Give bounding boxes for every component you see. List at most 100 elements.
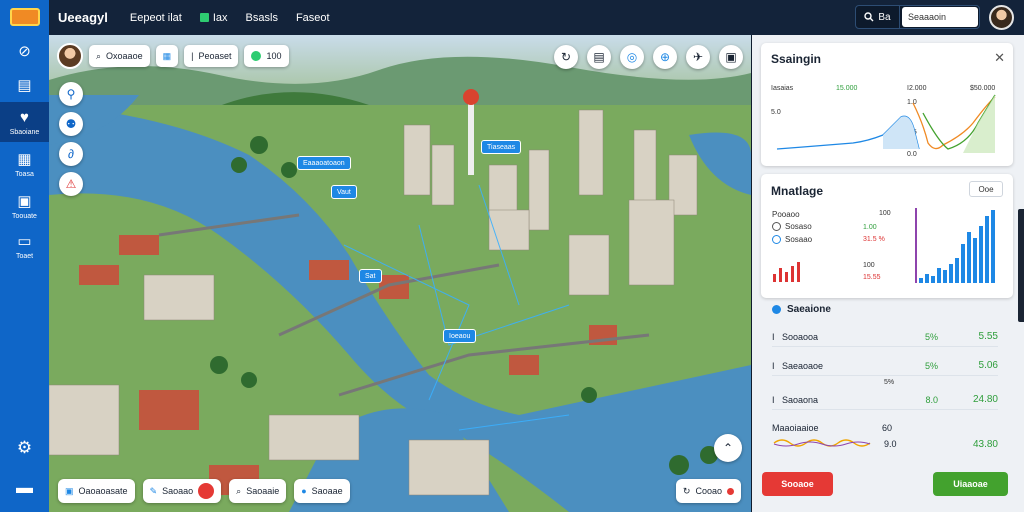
wave-value: 43.80 (972, 439, 998, 450)
card-title: Mnatlage (771, 184, 824, 198)
stat-value: 8.0 (925, 394, 938, 405)
map-chip-1[interactable]: ▦ (155, 45, 179, 67)
top-line-chart (776, 94, 996, 153)
warning-button[interactable]: ⚠ (59, 172, 83, 196)
map-user-avatar[interactable] (57, 43, 83, 69)
legend-item: Sosaso (772, 222, 812, 231)
menu-item-1[interactable]: Iax (199, 12, 228, 24)
record-icon: ▣ (725, 50, 737, 64)
people-button[interactable]: ⚉ (59, 112, 83, 136)
link-icon: ⌕ (96, 50, 102, 61)
route-button[interactable]: ∂ (59, 142, 83, 166)
primary-green-button[interactable]: Uiaaoae (933, 472, 1008, 496)
chart-value: 15.55 (863, 274, 881, 281)
legend-item: Sosaao (772, 235, 812, 244)
sidebar-item-label: Toaet (15, 253, 34, 260)
settings-icon[interactable]: ⚙ (17, 438, 32, 458)
route-icon: ∂ (68, 147, 74, 161)
menu-item-0[interactable]: Eepeot ilat (130, 12, 182, 24)
stats-dot-icon (772, 305, 781, 314)
map-chip-3[interactable]: 100 (244, 45, 289, 67)
stat-value: 5% (924, 331, 938, 342)
top-bar: Ueeagyl Eepeot ilat Iax Bsasls Faseot Ba (49, 0, 1024, 35)
map-pin-0[interactable]: Eaaaoatoaon (297, 156, 351, 170)
bottom-chip-3[interactable]: ● Saoaae (294, 479, 350, 503)
target-button[interactable]: ◎ (620, 45, 644, 69)
calendar-icon: ▦ (162, 50, 172, 61)
sparkline-chart (773, 439, 871, 447)
city-scene (49, 35, 751, 512)
heart-pin-icon: ♥ (20, 108, 29, 126)
sidebar-item-grid[interactable]: ▦ Toasa (0, 150, 49, 179)
map-bottom-right: ↻ Cooao (675, 479, 741, 503)
monitor-icon[interactable]: ▬ (16, 478, 33, 498)
layers-button[interactable]: ▤ (587, 45, 611, 69)
right-panel: Ssaingin ✕ Iasaias 15.000 I2.000 $50.000… (752, 35, 1024, 512)
chart-label: 15.000 (836, 85, 858, 92)
bottom-chip-0[interactable]: ▣ Oaoaoasate (58, 479, 135, 503)
legend-label: Pooaoo (772, 210, 800, 219)
stat-extra-value: 5% (884, 379, 895, 386)
top-chart-card: Ssaingin ✕ Iasaias 15.000 I2.000 $50.000… (761, 43, 1013, 166)
link-icon: ⌕ (236, 485, 242, 496)
city-map[interactable]: ⌕ Oxoaaoe ▦ | Peoaset 100 ↻ ▤ ◎ ⊕ ✈ ▣ ⚲ ⚉ … (49, 35, 751, 512)
wave-label: Maaoiaaioe (772, 423, 819, 433)
layers-icon: ▤ (593, 50, 605, 64)
sidebar-item-image[interactable]: ▣ Toouate (0, 192, 49, 221)
stat-name: Sooaooa (782, 331, 819, 342)
people-icon: ⚉ (65, 117, 77, 131)
panel-scroll-handle[interactable] (1018, 209, 1024, 322)
bottom-chip-1[interactable]: ✎ Saoaao (142, 479, 222, 503)
sidebar-item-label: Sbaoiane (9, 129, 40, 136)
card-title: Ssaingin (771, 52, 822, 66)
map-chip-2[interactable]: | Peoaset (184, 45, 239, 67)
walk-button[interactable]: ⚲ (59, 82, 83, 106)
zoom-button[interactable]: ⊕ (653, 45, 677, 69)
menu-item-3[interactable]: Faseot (296, 12, 330, 24)
mid-card-button[interactable]: Ooe (969, 181, 1003, 197)
bottom-chip-right[interactable]: ↻ Cooao (675, 479, 741, 503)
stat-row[interactable]: I Saoaona 8.0 24.80 (772, 390, 998, 410)
compass-icon: ⊘ (18, 42, 31, 60)
bottom-chip-label: Oaoaoasate (78, 486, 128, 496)
left-sidebar: ⊘ ▤ ♥ Sbaoiane ▦ Toasa ▣ Toouate ▭ Toaet… (0, 0, 49, 512)
search-button[interactable]: Ba (856, 6, 900, 28)
map-chip-0[interactable]: ⌕ Oxoaaoe (89, 45, 150, 67)
user-avatar[interactable] (989, 5, 1014, 30)
stat-row[interactable]: I Saeaoaoe 5% 5.06 (772, 356, 998, 376)
sidebar-item-building[interactable]: ▤ (0, 76, 49, 94)
map-pin-1[interactable]: Tiaseaas (481, 140, 522, 154)
wave-value: 60 (882, 423, 893, 433)
map-pin-label: Eaaaoatoaon (303, 159, 345, 167)
location-arrow-icon: ⌃ (722, 441, 734, 455)
bottom-chip-label: Saoaae (311, 486, 343, 496)
target-icon: ◎ (626, 50, 638, 64)
sidebar-item-compass[interactable]: ⊘ (0, 42, 49, 60)
search-input[interactable] (902, 7, 978, 27)
wave-value: 9.0 (884, 439, 897, 449)
record-button[interactable]: ▣ (719, 45, 743, 69)
screen-icon: ▭ (17, 232, 32, 250)
sidebar-item-pins[interactable]: ♥ Sbaoiane (0, 102, 49, 142)
stat-value: 5.06 (978, 360, 998, 371)
close-icon[interactable]: ✕ (994, 50, 1005, 66)
refresh-button[interactable]: ↻ (554, 45, 578, 69)
stats-title: Saeaione (772, 304, 831, 315)
flight-button[interactable]: ✈ (686, 45, 710, 69)
map-chip-label: Peoaset (198, 51, 232, 61)
map-tools: ↻ ▤ ◎ ⊕ ✈ ▣ (554, 45, 743, 69)
sidebar-item-screen[interactable]: ▭ Toaet (0, 232, 49, 261)
locate-button[interactable]: ⌃ (714, 434, 742, 462)
primary-red-button[interactable]: Sooaoe (762, 472, 833, 496)
edit-icon: ✎ (149, 485, 158, 496)
bottom-chip-label: Cooao (695, 486, 722, 496)
map-pin-3[interactable]: Sat (359, 269, 382, 283)
legend-circle-icon (772, 235, 781, 244)
menu-item-2[interactable]: Bsasls (246, 12, 278, 24)
map-pin-4[interactable]: Ioeaou (443, 329, 477, 343)
map-pin-label: Sat (365, 272, 376, 280)
stat-row[interactable]: I Sooaooa 5% 5.55 (772, 327, 998, 347)
chart-label: Iasaias (771, 85, 794, 92)
bottom-chip-2[interactable]: ⌕ Saoaaie (229, 479, 287, 503)
map-pin-2[interactable]: Vaut (331, 185, 357, 199)
